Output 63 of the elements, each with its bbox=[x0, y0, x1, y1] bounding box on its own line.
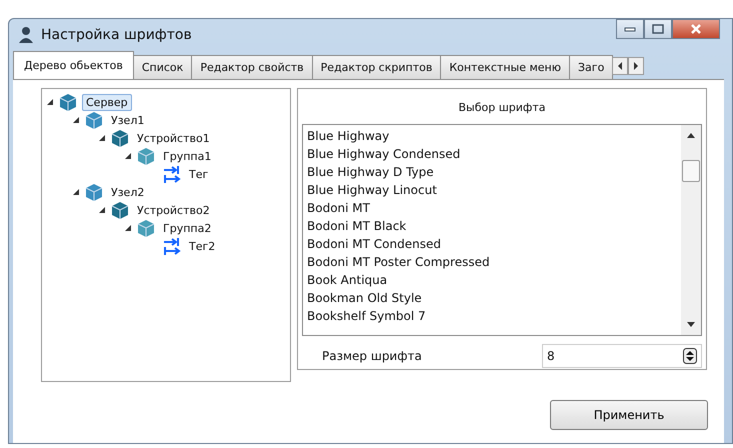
list-item[interactable]: Bodoni MT bbox=[307, 199, 677, 217]
panel-header: Выбор шрифта bbox=[458, 100, 546, 116]
expanded-arrow-icon[interactable] bbox=[124, 224, 132, 232]
list-item[interactable]: Bodoni MT Condensed bbox=[307, 235, 677, 253]
scrollbar[interactable] bbox=[681, 125, 701, 335]
list-item[interactable]: Bodoni MT Black bbox=[307, 217, 677, 235]
cube-icon bbox=[84, 110, 104, 130]
arrows-icon bbox=[162, 164, 182, 184]
tree-item[interactable]: Узел2 bbox=[108, 184, 148, 200]
expanded-arrow-icon[interactable] bbox=[46, 98, 54, 106]
tab[interactable]: Список bbox=[132, 55, 192, 79]
list-item[interactable]: Blue Highway D Type bbox=[307, 163, 677, 181]
tree-item[interactable]: Группа2 bbox=[160, 220, 214, 236]
tab[interactable]: Заго bbox=[569, 55, 614, 79]
tree-item[interactable]: Тег bbox=[186, 166, 212, 182]
tree-item[interactable]: Устройство2 bbox=[134, 202, 213, 218]
tab[interactable]: Контекстные меню bbox=[440, 55, 570, 79]
tree-item[interactable]: Узел1 bbox=[108, 112, 148, 128]
font-size-spinner[interactable]: 8 bbox=[542, 344, 702, 368]
scroll-up-icon[interactable] bbox=[687, 133, 695, 138]
cube-icon bbox=[136, 218, 156, 238]
scroll-left-button[interactable] bbox=[612, 57, 628, 75]
tab[interactable]: Редактор скриптов bbox=[312, 55, 442, 79]
tree-item[interactable]: Устройство1 bbox=[134, 130, 213, 146]
scroll-down-icon[interactable] bbox=[687, 322, 695, 327]
list-item[interactable]: Blue Highway Condensed bbox=[307, 145, 677, 163]
tab[interactable]: Дерево обьектов bbox=[13, 51, 134, 79]
close-button[interactable] bbox=[672, 19, 720, 39]
cube-icon bbox=[110, 128, 130, 148]
font-size-label: Размер шрифта bbox=[322, 349, 422, 363]
left-arrow-icon bbox=[617, 62, 624, 70]
tab[interactable]: Редактор свойств bbox=[191, 55, 313, 79]
list-item[interactable]: Bodoni MT Poster Compressed bbox=[307, 253, 677, 271]
expanded-arrow-icon[interactable] bbox=[72, 188, 80, 196]
spin-arrows-icon[interactable] bbox=[683, 348, 697, 364]
scroll-right-button[interactable] bbox=[628, 57, 644, 75]
cube-icon bbox=[110, 200, 130, 220]
close-icon bbox=[690, 24, 702, 34]
maximize-button[interactable] bbox=[644, 19, 672, 39]
cube-icon bbox=[58, 92, 78, 112]
tree-item[interactable]: Группа1 bbox=[160, 148, 214, 164]
cube-icon bbox=[84, 182, 104, 202]
list-item[interactable]: Bookman Old Style bbox=[307, 289, 677, 307]
person-icon bbox=[17, 26, 35, 44]
minimize-icon bbox=[624, 26, 636, 32]
minimize-button[interactable] bbox=[616, 19, 644, 39]
right-arrow-icon bbox=[633, 62, 640, 70]
list-item[interactable]: Book Antiqua bbox=[307, 271, 677, 289]
scroll-thumb[interactable] bbox=[682, 160, 700, 182]
expanded-arrow-icon[interactable] bbox=[72, 116, 80, 124]
tree-item[interactable]: Тег2 bbox=[186, 238, 218, 254]
list-item[interactable]: Bookshelf Symbol 7 bbox=[307, 307, 677, 325]
expanded-arrow-icon[interactable] bbox=[98, 206, 106, 214]
tree-item[interactable]: Сервер bbox=[82, 94, 132, 110]
list-item[interactable]: Blue Highway Linocut bbox=[307, 181, 677, 199]
expanded-arrow-icon[interactable] bbox=[124, 152, 132, 160]
list-item[interactable]: Blue Highway bbox=[307, 127, 677, 145]
maximize-icon bbox=[652, 24, 664, 34]
expanded-arrow-icon[interactable] bbox=[98, 134, 106, 142]
cube-icon bbox=[136, 146, 156, 166]
arrows-icon bbox=[162, 236, 182, 256]
apply-button[interactable]: Применить bbox=[550, 400, 708, 430]
window-title: Настройка шрифтов bbox=[41, 27, 192, 43]
